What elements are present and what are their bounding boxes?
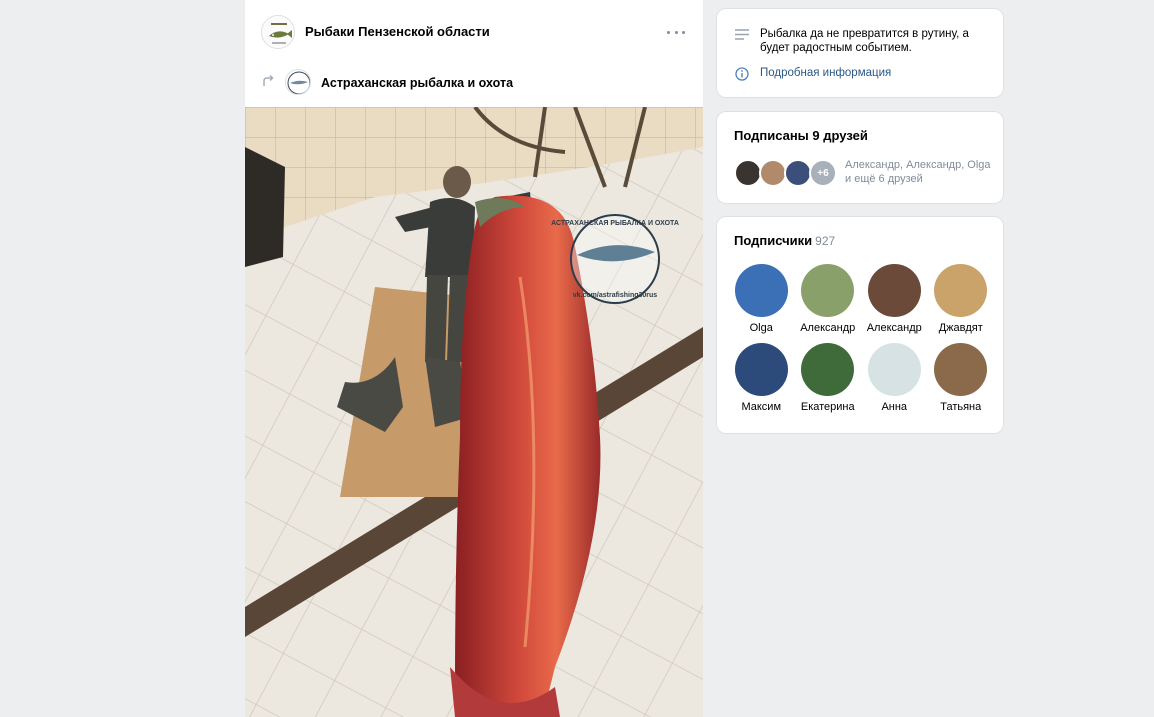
subscriber-item[interactable]: Максим [728,343,795,413]
subscriber-name: Александр [800,322,856,334]
subscribers-count: 927 [815,234,836,248]
subscriber-avatar [734,343,788,396]
friend-avatar[interactable] [734,159,762,187]
description-lines-icon [735,29,749,40]
subscriber-item[interactable]: Olga [728,264,795,334]
more-dots-icon[interactable] [667,24,685,40]
watermark-title: АСТРАХАНСКАЯ РЫБАЛКА И ОХОТА [551,220,679,227]
friends-card: Подписаны 9 друзей +6 Александр, Алексан… [716,111,1004,204]
subscriber-name: Татьяна [940,401,982,413]
subscriber-avatar [867,343,921,396]
subscriber-item[interactable]: Анна [861,343,928,413]
subscriber-name: Olga [749,322,773,334]
subscriber-item[interactable]: Александр [861,264,928,334]
group-description: Рыбалка да не превратится в рутину, а бу… [760,28,969,54]
subscribers-title[interactable]: Подписчики 927 [734,233,835,248]
subscriber-item[interactable]: Джавдят [928,264,995,334]
subscriber-avatar [867,264,921,317]
sturgeon-logo-icon [287,71,310,94]
more-friends-badge[interactable]: +6 [809,159,837,187]
subscriber-name: Джавдят [938,322,983,334]
subscriber-avatar [934,343,988,396]
subscriber-name: Анна [881,401,908,413]
subscribers-grid: Olga Александр Александр Джавдят Максим … [728,264,994,413]
subscriber-name: Максим [741,401,782,413]
repost-arrow-icon [263,74,274,86]
friend-avatar[interactable] [784,159,812,187]
fish-logo-icon [262,16,294,48]
group-avatar[interactable] [261,15,295,49]
source-avatar[interactable] [285,69,311,95]
info-icon [735,67,749,81]
post-photo[interactable]: АСТРАХАНСКАЯ РЫБАЛКА И ОХОТА vk.com/astr… [245,107,703,717]
friends-title[interactable]: Подписаны 9 друзей [734,128,868,143]
subscriber-avatar [801,264,855,317]
about-card: Рыбалка да не превратится в рутину, а бу… [716,8,1004,98]
friends-avatar-stack[interactable]: +6 [734,159,854,187]
subscribers-title-text: Подписчики [734,233,813,248]
subscribers-card: Подписчики 927 Olga Александр Александр Д… [716,216,1004,434]
post-card: Рыбаки Пензенской области Астраханская р… [245,0,703,717]
group-name[interactable]: Рыбаки Пензенской области [305,24,490,39]
subscriber-avatar [934,264,988,317]
friends-names[interactable]: Александр, Александр, Olga и ещё 6 друзе… [845,158,995,186]
subscriber-item[interactable]: Екатерина [795,343,862,413]
subscriber-name: Александр [866,322,922,334]
watermark-url: vk.com/astrafishing30rus [573,292,658,299]
subscriber-avatar [734,264,788,317]
post-header: Рыбаки Пензенской области [245,0,703,64]
more-info-link[interactable]: Подробная информация [760,67,891,79]
repost-source: Астраханская рыбалка и охота [245,64,703,106]
subscriber-avatar [801,343,855,396]
friend-avatar[interactable] [759,159,787,187]
subscriber-name: Екатерина [800,401,855,413]
source-name[interactable]: Астраханская рыбалка и охота [321,76,513,90]
subscriber-item[interactable]: Александр [795,264,862,334]
subscriber-item[interactable]: Татьяна [928,343,995,413]
